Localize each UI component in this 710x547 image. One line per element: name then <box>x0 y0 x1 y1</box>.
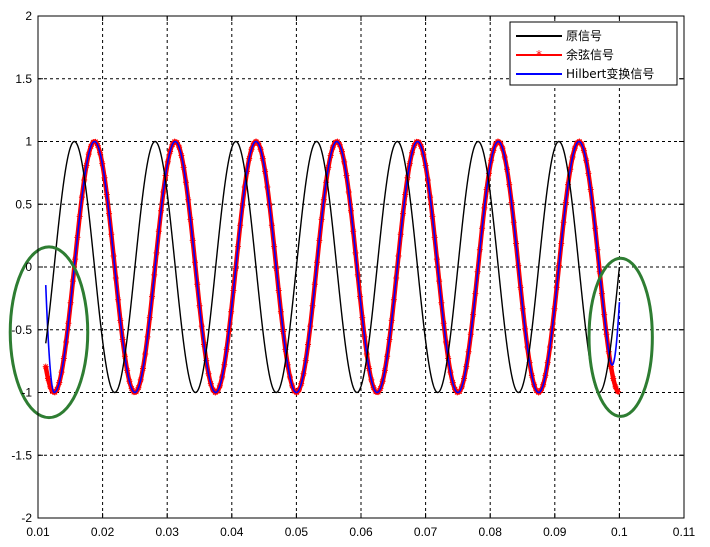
x-tick-label: 0.05 <box>285 525 309 539</box>
x-tick-label: 0.06 <box>349 525 373 539</box>
cosine-marker <box>42 363 49 370</box>
x-tick-label: 0.1 <box>611 525 628 539</box>
x-tick-label: 0.03 <box>156 525 180 539</box>
x-tick-label: 0.07 <box>414 525 438 539</box>
y-tick-label: 0.5 <box>15 197 32 211</box>
y-tick-label: 2 <box>25 9 32 23</box>
y-tick-label: -2 <box>21 511 32 525</box>
y-tick-label: 0 <box>25 260 32 274</box>
x-tick-label: 0.01 <box>26 525 50 539</box>
y-tick-label: -0.5 <box>11 323 32 337</box>
cosine-marker <box>614 388 621 395</box>
x-tick-label: 0.04 <box>220 525 244 539</box>
legend-label-hilbert: Hilbert变换信号 <box>566 66 654 81</box>
x-tick-label: 0.02 <box>91 525 115 539</box>
line-chart: 0.01 0.02 0.03 0.04 0.05 0.06 0.07 0.08 0.09 0.1 0… <box>0 0 710 547</box>
x-tick-label: 0.09 <box>543 525 567 539</box>
legend-label-original: 原信号 <box>566 29 602 43</box>
y-tick-label: -1 <box>21 386 32 400</box>
y-tick-label: 1 <box>25 135 32 149</box>
y-tick-label: -1.5 <box>11 448 32 462</box>
y-tick-label: 1.5 <box>15 72 32 86</box>
x-tick-label: 0.08 <box>479 525 503 539</box>
legend-marker-cosine: * <box>536 48 542 62</box>
legend: 原信号 * 余弦信号 Hilbert变换信号 <box>509 21 678 86</box>
cosine-marker <box>610 375 617 382</box>
chart-container: 0.01 0.02 0.03 0.04 0.05 0.06 0.07 0.08 0.09 0.1 0… <box>0 0 710 547</box>
x-tick-label: 0.11 <box>673 525 696 539</box>
legend-label-cosine: 余弦信号 <box>566 47 614 62</box>
